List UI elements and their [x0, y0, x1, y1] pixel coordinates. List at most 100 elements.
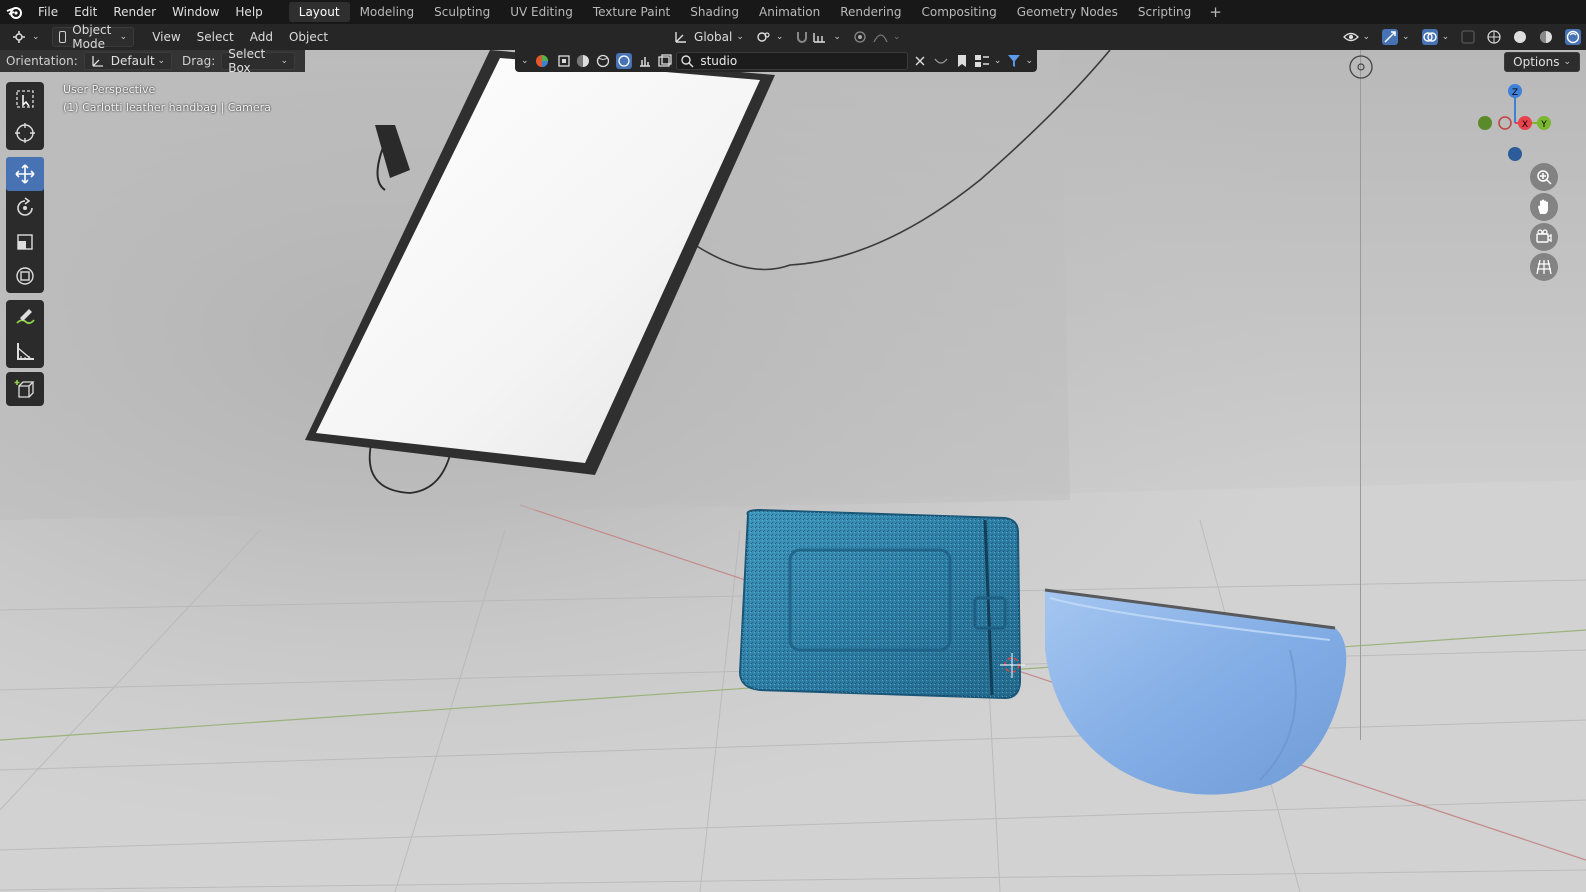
- search-input[interactable]: [700, 54, 901, 68]
- zoom-icon: [1537, 170, 1552, 185]
- rendered-icon: [1565, 29, 1582, 45]
- editor-type-button[interactable]: ⌄: [6, 27, 46, 47]
- tab-layout[interactable]: Layout: [288, 2, 350, 22]
- chevron-down-icon[interactable]: ⌄: [521, 56, 529, 66]
- chevron-down-icon: ⌄: [1402, 32, 1410, 42]
- material-filter-icon[interactable]: [576, 54, 590, 68]
- move-tool[interactable]: [6, 157, 44, 191]
- rotate-tool[interactable]: [6, 191, 44, 225]
- menu-add[interactable]: Add: [244, 27, 279, 47]
- orientation-label: Orientation:: [6, 54, 78, 68]
- pan-button[interactable]: [1530, 193, 1558, 221]
- menu-help[interactable]: Help: [227, 0, 270, 24]
- node-group-icon[interactable]: [638, 54, 652, 68]
- drag-value: Select Box: [228, 47, 266, 75]
- menu-window[interactable]: Window: [164, 0, 227, 24]
- filter-funnel-icon[interactable]: [1007, 54, 1021, 68]
- wireframe-icon: [1487, 30, 1501, 44]
- transparent-bag-object: [738, 508, 1022, 700]
- hdri-filter-icon[interactable]: [616, 53, 633, 69]
- hand-icon: [1538, 199, 1548, 214]
- zoom-button[interactable]: [1530, 163, 1558, 191]
- overlays-toggle[interactable]: ⌄: [1416, 27, 1456, 47]
- add-workspace-icon[interactable]: +: [1201, 3, 1230, 21]
- scale-icon: [17, 234, 33, 250]
- mode-selector[interactable]: Object Mode ⌄: [51, 23, 135, 51]
- tool-group-transform: [6, 157, 44, 293]
- camera-icon: [1536, 229, 1552, 243]
- orientation-dropdown[interactable]: Default ⌄: [83, 52, 173, 70]
- snap-button[interactable]: ⌄: [789, 27, 847, 47]
- tab-texture-paint[interactable]: Texture Paint: [583, 2, 680, 22]
- shading-solid-button[interactable]: [1507, 27, 1533, 47]
- transform-tool[interactable]: [6, 259, 44, 293]
- options-dropdown[interactable]: Options ⌄: [1504, 52, 1580, 72]
- menu-object[interactable]: Object: [283, 27, 334, 47]
- measure-tool[interactable]: [6, 334, 44, 368]
- menu-file[interactable]: File: [30, 0, 66, 24]
- clear-search-icon[interactable]: [914, 55, 926, 67]
- move-icon: [15, 164, 35, 184]
- add-cube-tool[interactable]: [6, 372, 44, 406]
- xray-toggle[interactable]: [1455, 27, 1481, 47]
- curve-icon[interactable]: [934, 55, 948, 67]
- falloff-icon: [873, 34, 888, 43]
- tab-scripting[interactable]: Scripting: [1128, 2, 1201, 22]
- transform-icon: [16, 267, 34, 285]
- chevron-down-icon[interactable]: ⌄: [994, 56, 1002, 66]
- shading-rendered-button[interactable]: ⌄: [1559, 27, 1586, 47]
- bookmark-icon[interactable]: [956, 54, 968, 68]
- 3d-viewport[interactable]: User Perspective (1) Carlotti leather ha…: [0, 50, 1586, 892]
- chevron-down-icon: ⌄: [157, 56, 166, 66]
- orientation-value: Default: [110, 54, 155, 68]
- cursor-icon: [15, 123, 35, 143]
- shading-wireframe-button[interactable]: [1481, 27, 1507, 47]
- tab-modeling[interactable]: Modeling: [350, 2, 425, 22]
- mode-label: Object Mode: [72, 23, 112, 51]
- editor-type-icon: [13, 31, 25, 43]
- tab-shading[interactable]: Shading: [680, 2, 749, 22]
- menu-view[interactable]: View: [146, 27, 186, 47]
- blender-logo-icon[interactable]: [0, 0, 30, 24]
- object-filter-icon[interactable]: [557, 54, 571, 68]
- menu-select[interactable]: Select: [191, 27, 240, 47]
- tab-geometry-nodes[interactable]: Geometry Nodes: [1007, 2, 1128, 22]
- scene-filter-icon[interactable]: [658, 54, 672, 68]
- annotate-tool[interactable]: [6, 300, 44, 334]
- tool-group-annotate: [6, 300, 44, 368]
- orientation-axes-icon: [92, 56, 103, 67]
- chevron-down-icon[interactable]: ⌄: [1025, 56, 1033, 66]
- perspective-toggle-button[interactable]: [1530, 253, 1558, 281]
- drag-dropdown[interactable]: Select Box ⌄: [221, 47, 295, 75]
- select-box-tool[interactable]: [6, 82, 44, 116]
- tab-uv-editing[interactable]: UV Editing: [500, 2, 583, 22]
- top-menu-bar: File Edit Render Window Help Layout Mode…: [0, 0, 1586, 24]
- transform-orientation-selector[interactable]: Global ⌄: [668, 27, 750, 47]
- world-filter-icon[interactable]: [596, 54, 610, 68]
- menu-edit[interactable]: Edit: [66, 0, 105, 24]
- camera-view-button[interactable]: [1530, 223, 1558, 251]
- color-palette-icon[interactable]: [535, 54, 549, 68]
- solid-icon: [1514, 31, 1527, 43]
- orientation-icon: [675, 32, 687, 43]
- scale-tool[interactable]: [6, 225, 44, 259]
- shading-material-button[interactable]: [1533, 27, 1559, 47]
- proportional-editing-button[interactable]: ⌄: [847, 27, 907, 47]
- chevron-down-icon: ⌄: [119, 32, 128, 42]
- pivot-point-button[interactable]: ⌄: [750, 27, 790, 47]
- xray-icon: [1461, 30, 1475, 44]
- tab-compositing[interactable]: Compositing: [911, 2, 1006, 22]
- menu-render[interactable]: Render: [105, 0, 164, 24]
- tab-rendering[interactable]: Rendering: [830, 2, 911, 22]
- tab-animation[interactable]: Animation: [749, 2, 830, 22]
- navigation-gizmo[interactable]: Z X Y: [1470, 80, 1570, 170]
- annotate-pencil-icon: [16, 309, 35, 325]
- visibility-selector[interactable]: ⌄: [1337, 27, 1377, 47]
- tab-sculpting[interactable]: Sculpting: [424, 2, 500, 22]
- gizmo-icon: [1382, 29, 1399, 45]
- search-icon: [681, 54, 694, 68]
- asset-search-field[interactable]: [676, 52, 909, 70]
- display-mode-icon[interactable]: [974, 54, 990, 68]
- cursor-tool[interactable]: [6, 116, 44, 150]
- gizmo-toggle[interactable]: ⌄: [1376, 27, 1416, 47]
